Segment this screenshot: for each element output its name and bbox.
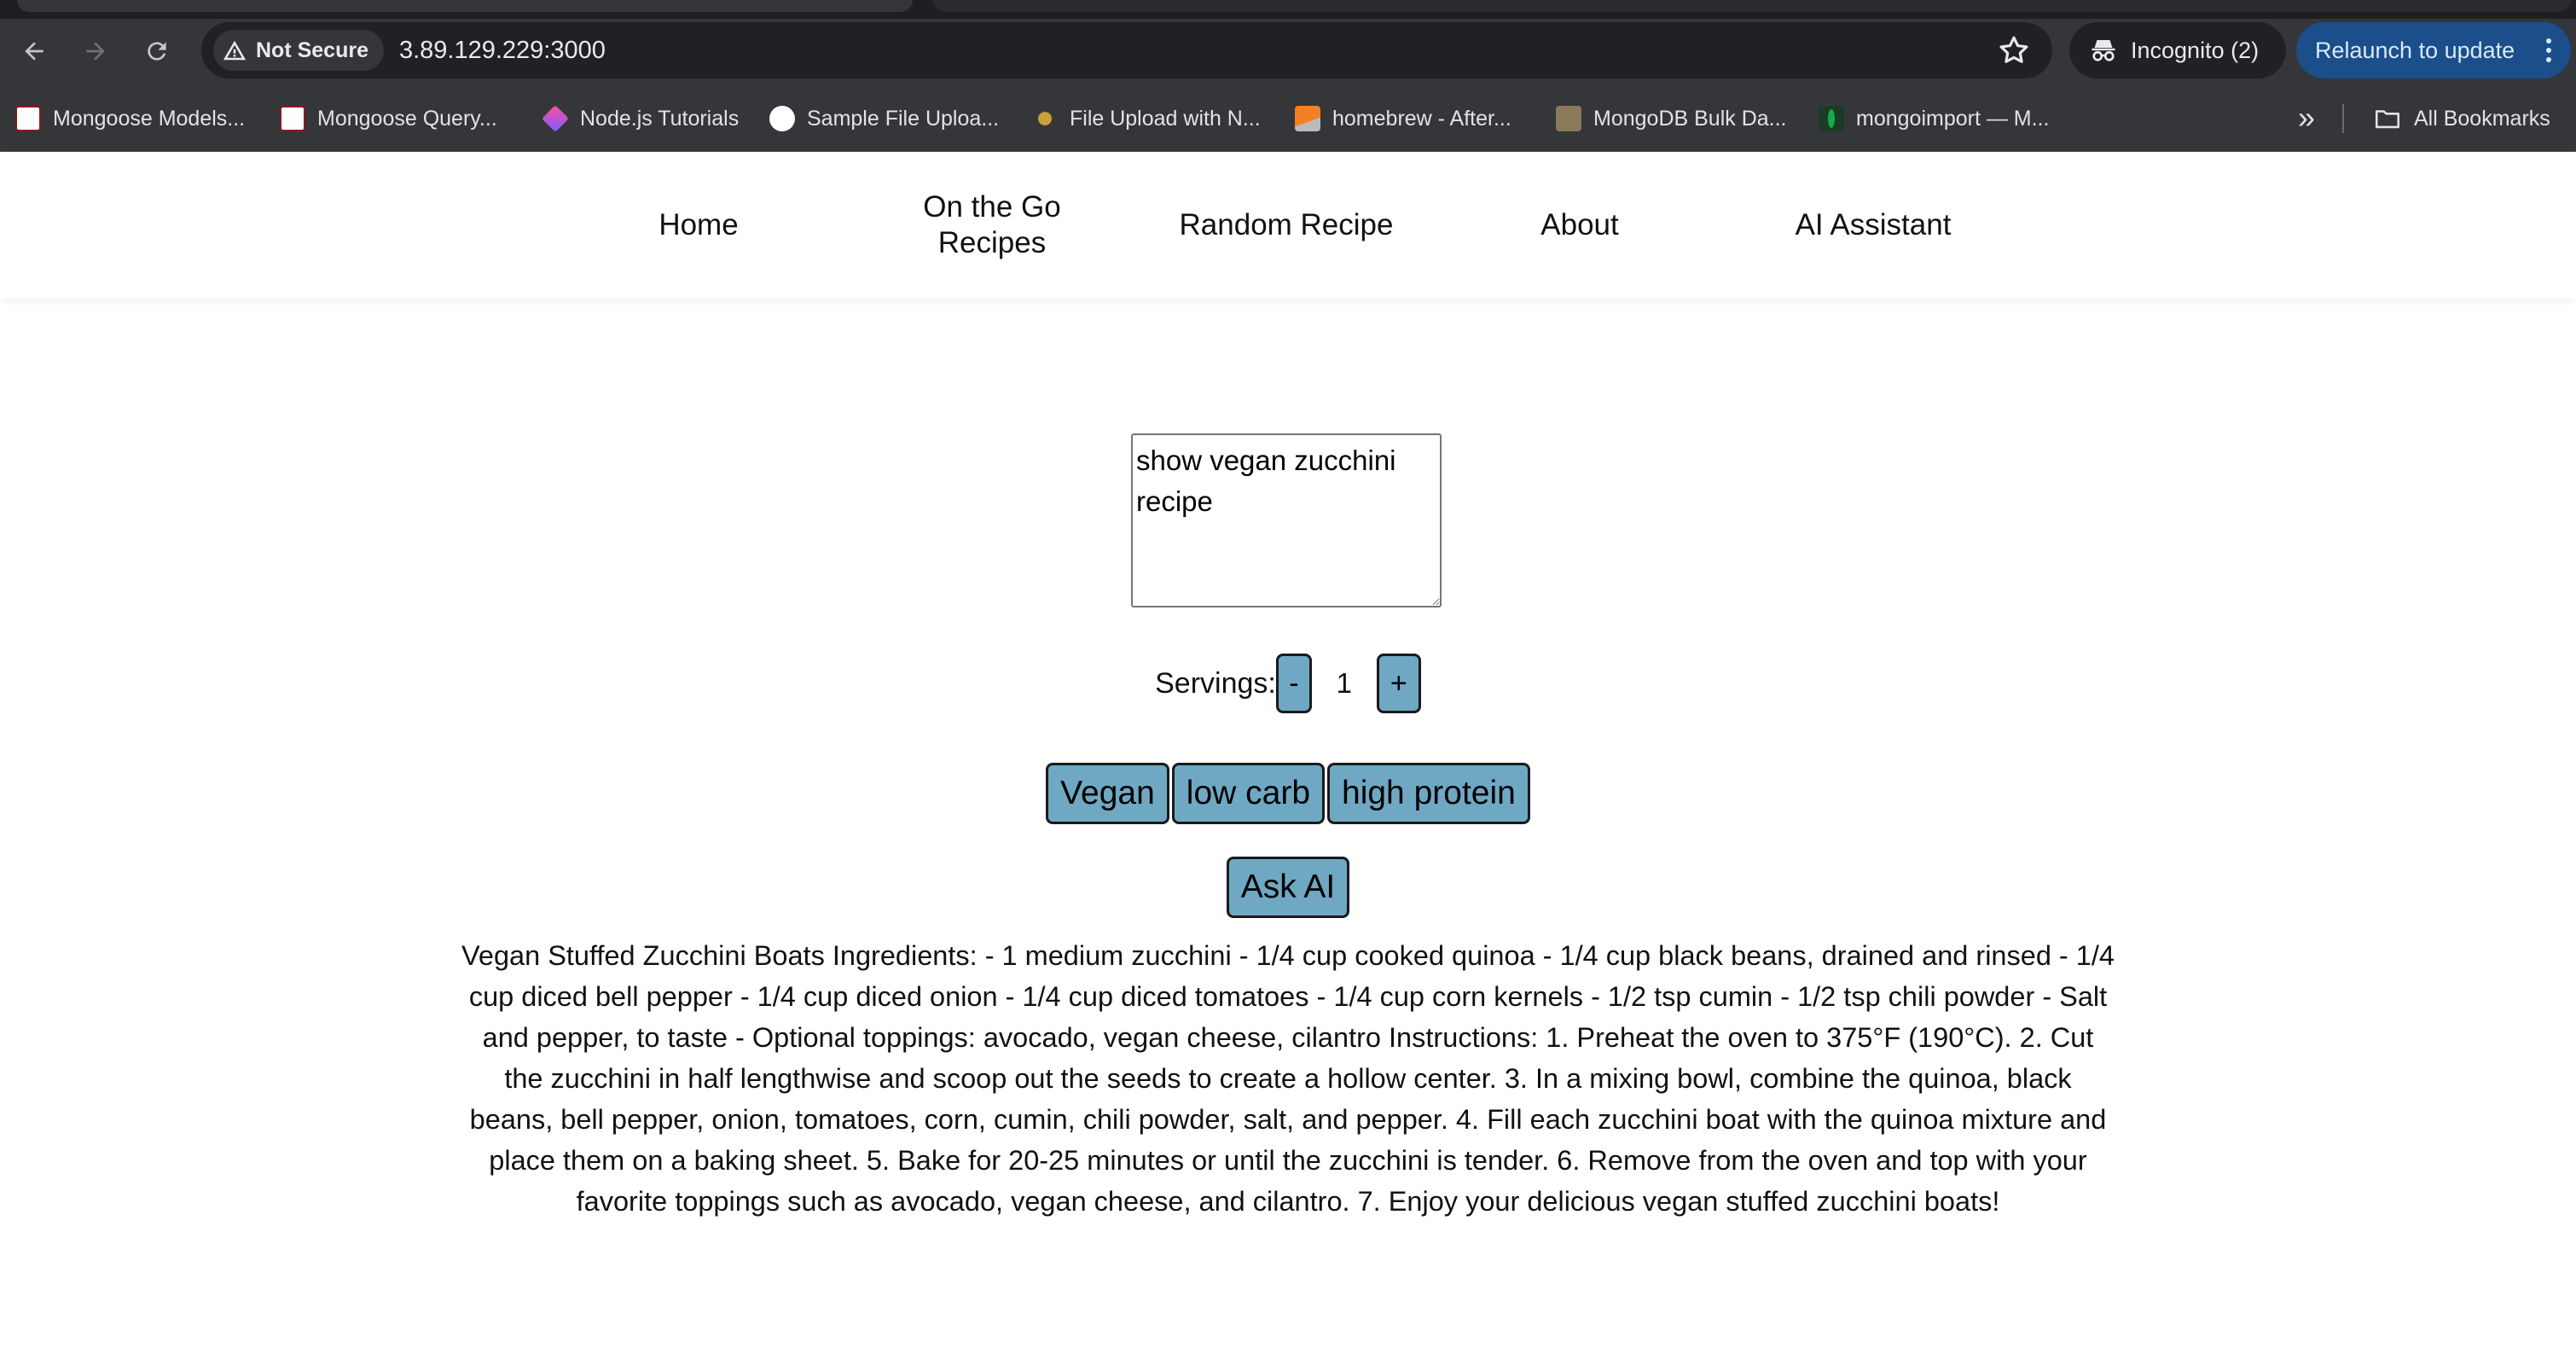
nav-home[interactable]: Home	[588, 152, 809, 299]
nodejs-tutorials-icon	[542, 105, 569, 132]
security-label: Not Secure	[256, 38, 368, 62]
nav-random-recipe[interactable]: Random Recipe	[1175, 152, 1397, 299]
bookmark-label: homebrew - After...	[1332, 106, 1511, 131]
servings-count: 1	[1336, 667, 1353, 699]
servings-control: Servings: - 1 +	[0, 652, 2576, 715]
tab-strip	[0, 0, 2576, 19]
forward-button[interactable]	[75, 31, 116, 72]
sun-gear-icon	[1032, 106, 1058, 131]
arrow-left-icon	[25, 42, 44, 61]
tag-low-carb-button[interactable]: low carb	[1171, 763, 1326, 824]
security-chip[interactable]: Not Secure	[213, 30, 384, 71]
chevron-double-right-icon[interactable]: »	[2289, 102, 2324, 133]
diet-tags: Vegan low carb high protein	[0, 763, 2576, 826]
bookmark-nodejs-tutorials[interactable]: Node.js Tutorials	[542, 104, 739, 133]
bookmark-label: File Upload with N...	[1070, 106, 1261, 131]
all-bookmarks-button[interactable]: All Bookmarks	[2373, 104, 2550, 133]
nav-on-the-go-recipes[interactable]: On the Go Recipes	[881, 152, 1103, 299]
bookmark-mongoose-query[interactable]: Mongoose Query...	[280, 104, 497, 133]
mongodb-leaf-icon	[1819, 106, 1844, 131]
relaunch-button[interactable]: Relaunch to update	[2296, 22, 2571, 78]
bookmarks-bar: Mongoose Models... Mongoose Query... Nod…	[0, 84, 2576, 152]
bookmark-label: MongoDB Bulk Da...	[1593, 106, 1787, 131]
servings-label: Servings:	[1155, 666, 1276, 700]
folder-icon	[2375, 110, 2400, 129]
arrow-right-icon	[86, 42, 105, 61]
reload-button[interactable]	[136, 31, 177, 72]
bookmark-mongodb-bulk[interactable]: MongoDB Bulk Da...	[1556, 104, 1787, 133]
tag-high-protein-button[interactable]: high protein	[1327, 763, 1530, 824]
decrement-servings-button[interactable]: -	[1275, 654, 1312, 713]
url-text[interactable]: 3.89.129.229:3000	[399, 37, 606, 65]
back-button[interactable]	[14, 31, 55, 72]
stackoverflow-icon	[1295, 106, 1320, 131]
avatar-icon	[1556, 106, 1581, 131]
ai-response-text: Vegan Stuffed Zucchini Boats Ingredients…	[461, 940, 2115, 1217]
kebab-menu-icon[interactable]	[2545, 38, 2552, 63]
reload-icon	[148, 42, 166, 61]
star-icon[interactable]	[1996, 32, 2032, 68]
bookmark-mongoose-models[interactable]: Mongoose Models...	[15, 104, 245, 133]
tab[interactable]	[17, 0, 913, 12]
mongoose-icon	[280, 106, 305, 131]
incognito-button[interactable]: Incognito (2)	[2069, 22, 2286, 78]
increment-servings-button[interactable]: +	[1376, 654, 1421, 713]
incognito-icon	[2092, 40, 2115, 61]
nav-ai-assistant[interactable]: AI Assistant	[1762, 152, 1984, 299]
bookmark-label: mongoimport — M...	[1856, 106, 2050, 131]
tag-vegan-button[interactable]: Vegan	[1046, 763, 1169, 824]
bookmark-label: Mongoose Query...	[317, 106, 497, 131]
mongoose-icon	[15, 106, 41, 131]
bookmark-mongoimport[interactable]: mongoimport — M...	[1819, 104, 2049, 133]
relaunch-label: Relaunch to update	[2315, 37, 2515, 63]
nav-about[interactable]: About	[1469, 152, 1691, 299]
ask-row: Ask AI	[0, 857, 2576, 920]
bookmark-homebrew[interactable]: homebrew - After...	[1295, 104, 1511, 133]
bookmark-sample-file-upload[interactable]: Sample File Uploa...	[769, 104, 999, 133]
warning-icon	[223, 40, 247, 61]
bookmark-file-upload-with-n[interactable]: File Upload with N...	[1032, 104, 1261, 133]
prompt-input[interactable]: show vegan zucchini recipe	[1131, 433, 1442, 607]
site-navigation: Home On the Go Recipes Random Recipe Abo…	[0, 152, 2576, 299]
bookmark-label: Node.js Tutorials	[580, 106, 740, 131]
browser-toolbar: Not Secure 3.89.129.229:3000 Incognito (…	[0, 19, 2576, 84]
bookmark-label: Mongoose Models...	[53, 106, 246, 131]
all-bookmarks-label: All Bookmarks	[2414, 106, 2550, 131]
tab[interactable]	[933, 0, 2571, 12]
ask-ai-button[interactable]: Ask AI	[1226, 857, 1350, 918]
incognito-label: Incognito (2)	[2131, 37, 2260, 63]
bookmarks-divider	[2342, 104, 2344, 133]
address-bar[interactable]: Not Secure 3.89.129.229:3000	[201, 22, 2052, 78]
bookmark-label: Sample File Uploa...	[807, 106, 1000, 131]
github-icon	[769, 106, 795, 131]
